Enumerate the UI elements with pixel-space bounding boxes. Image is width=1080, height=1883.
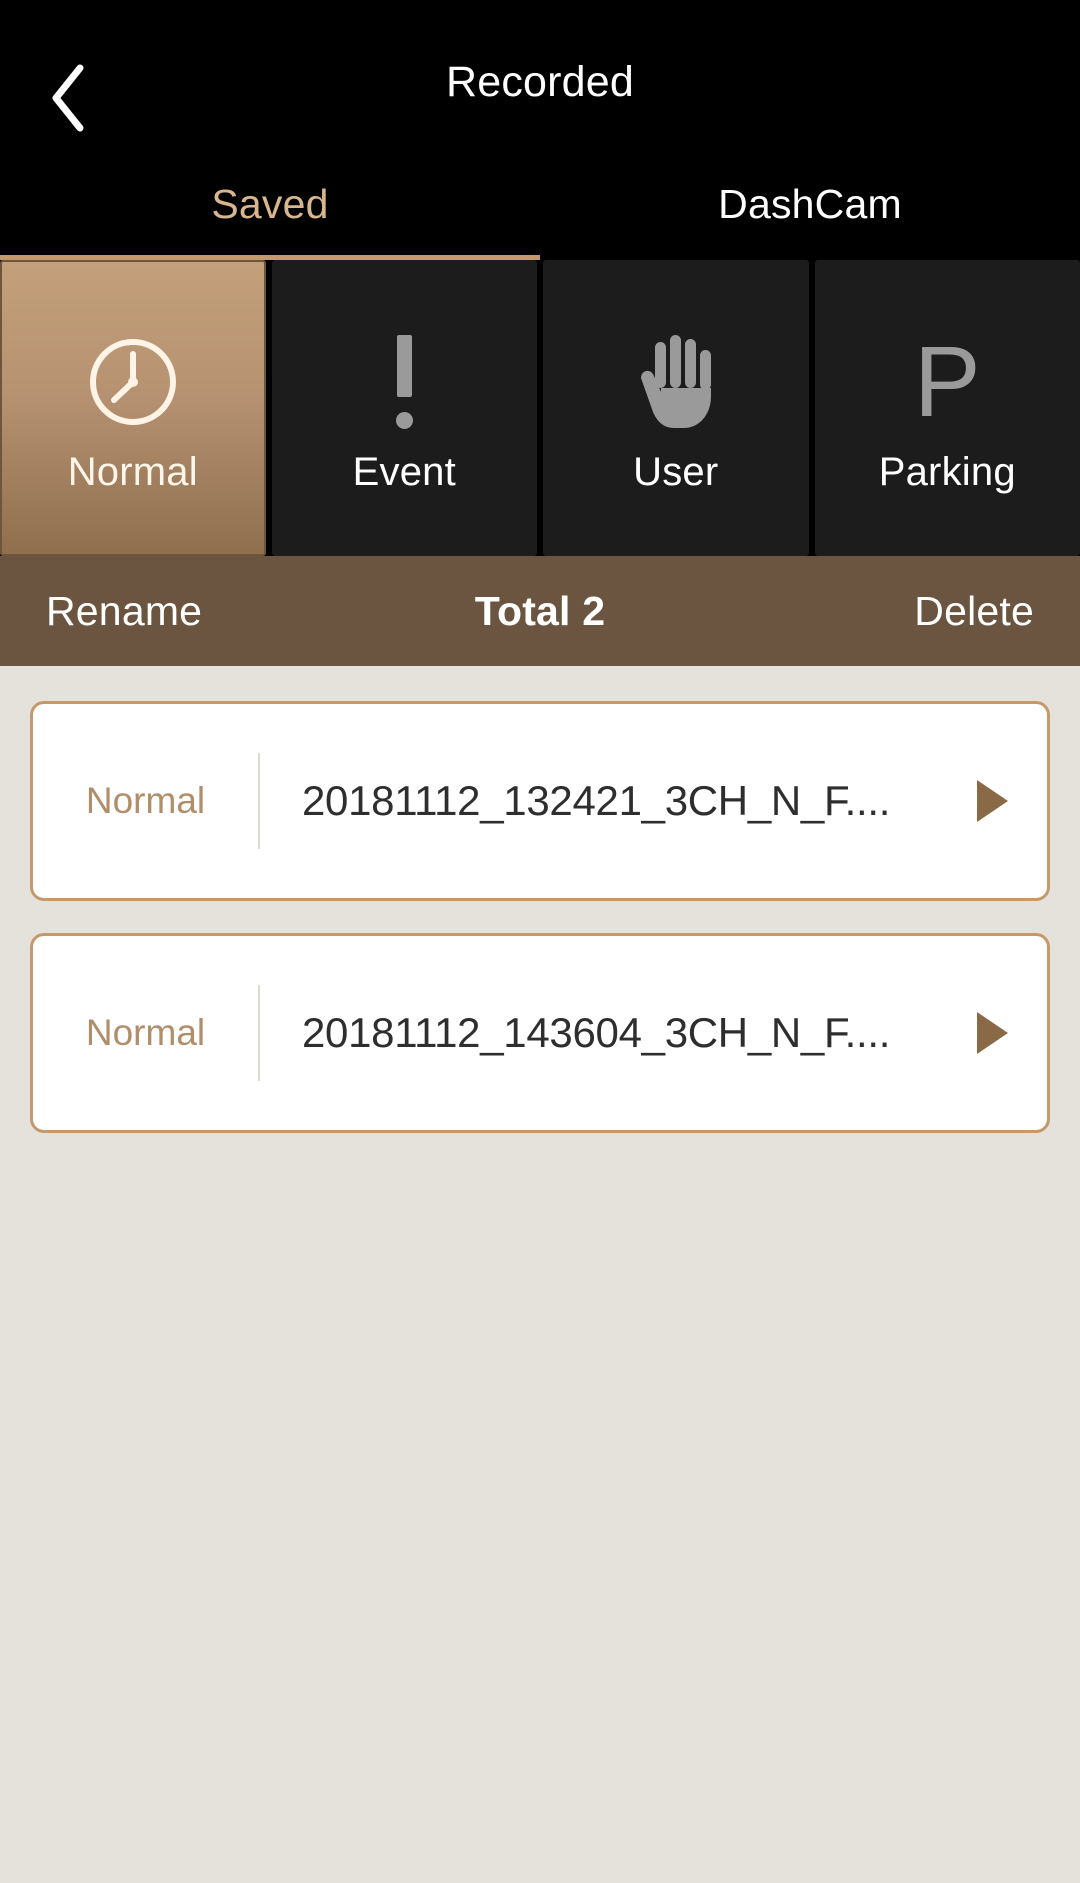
tab-saved[interactable]: Saved xyxy=(0,155,540,260)
category-button-parking[interactable]: P Parking xyxy=(814,260,1080,556)
page-title: Recorded xyxy=(445,58,635,106)
category-button-normal[interactable]: Normal xyxy=(0,260,266,556)
tab-bar: Saved DashCam xyxy=(0,155,1080,260)
clock-icon xyxy=(81,322,185,442)
recording-list: Normal 20181112_132421_3CH_N_F.... Norma… xyxy=(0,666,1080,1883)
recording-type-label: Normal xyxy=(85,780,206,821)
tab-dashcam[interactable]: DashCam xyxy=(540,155,1080,260)
list-item[interactable]: Normal 20181112_143604_3CH_N_F.... xyxy=(30,933,1050,1133)
list-item[interactable]: Normal 20181112_132421_3CH_N_F.... xyxy=(30,701,1050,901)
category-button-user[interactable]: User xyxy=(543,260,809,556)
delete-button[interactable]: Delete xyxy=(914,588,1034,635)
recording-filename: 20181112_143604_3CH_N_F.... xyxy=(302,1009,891,1056)
category-label-user: User xyxy=(633,449,719,494)
category-label-normal: Normal xyxy=(67,449,198,494)
letter-p-icon: P xyxy=(913,325,981,438)
play-icon xyxy=(976,780,1008,822)
app-screen: Recorded Saved DashCam Normal Event User… xyxy=(0,0,1080,1883)
category-button-event[interactable]: Event xyxy=(271,260,538,556)
play-button[interactable] xyxy=(937,780,1047,822)
category-label-parking: Parking xyxy=(878,449,1016,494)
play-button[interactable] xyxy=(937,1012,1047,1054)
tab-dashcam-label: DashCam xyxy=(718,181,902,227)
recording-filename: 20181112_132421_3CH_N_F.... xyxy=(302,777,891,824)
play-icon xyxy=(976,1012,1008,1054)
category-filter-bar: Normal Event User P Parking xyxy=(0,260,1080,556)
title-bar: Recorded xyxy=(0,0,1080,155)
action-toolbar: Rename Total 2 Delete xyxy=(0,556,1080,666)
exclamation-icon xyxy=(395,322,413,442)
hand-icon xyxy=(630,322,722,442)
tab-saved-label: Saved xyxy=(211,181,329,227)
recording-type-label: Normal xyxy=(85,1012,206,1053)
category-label-event: Event xyxy=(352,449,456,494)
